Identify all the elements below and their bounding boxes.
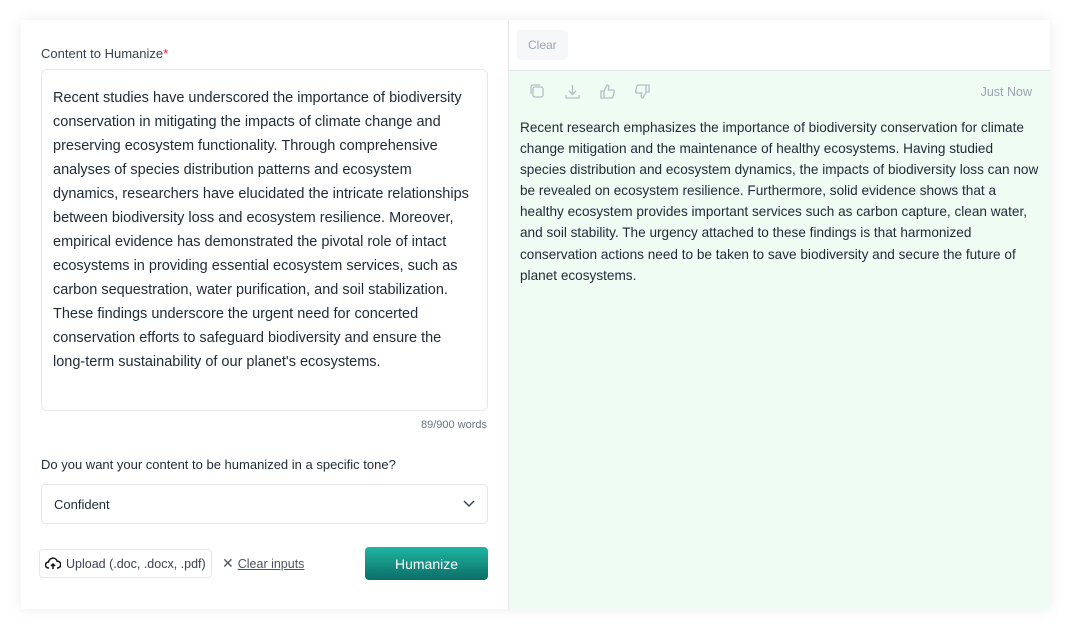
- close-icon: ✕: [222, 555, 234, 571]
- humanized-text: Recent research emphasizes the importanc…: [520, 120, 1039, 283]
- tone-selected: Confident: [54, 496, 110, 512]
- content-textarea[interactable]: Recent studies have underscored the impo…: [41, 69, 488, 411]
- output-toolbar: [529, 83, 651, 100]
- humanizer-card: Content to Humanize* Recent studies have…: [21, 20, 1050, 609]
- download-icon[interactable]: [564, 83, 581, 100]
- output-timestamp: Just Now: [980, 85, 1032, 99]
- tone-select[interactable]: Confident: [41, 484, 488, 524]
- thumbs-up-icon[interactable]: [599, 83, 616, 100]
- content-label: Content to Humanize*: [41, 46, 168, 61]
- upload-label: Upload (.doc, .docx, .pdf): [66, 556, 206, 571]
- output-area: Just Now Recent research emphasizes the …: [509, 71, 1050, 609]
- word-count: 89/900 words: [420, 419, 487, 431]
- input-panel: Content to Humanize* Recent studies have…: [21, 20, 509, 609]
- chevron-down-icon: [463, 500, 475, 507]
- content-label-text: Content to Humanize: [41, 46, 164, 61]
- clear-inputs-label: Clear inputs: [237, 556, 305, 571]
- clear-output-button[interactable]: Clear: [517, 30, 568, 60]
- cloud-upload-icon: [45, 556, 61, 569]
- output-panel: Clear Just Now Recent research emphasize…: [509, 20, 1050, 609]
- required-mark: *: [163, 46, 169, 61]
- clear-inputs-button[interactable]: ✕ Clear inputs: [222, 555, 304, 572]
- output-header: Clear: [509, 20, 1050, 71]
- tone-question: Do you want your content to be humanized…: [41, 457, 396, 472]
- copy-icon[interactable]: [529, 83, 546, 100]
- thumbs-down-icon[interactable]: [634, 83, 651, 100]
- humanize-button[interactable]: Humanize: [365, 547, 488, 580]
- upload-button[interactable]: Upload (.doc, .docx, .pdf): [39, 549, 212, 578]
